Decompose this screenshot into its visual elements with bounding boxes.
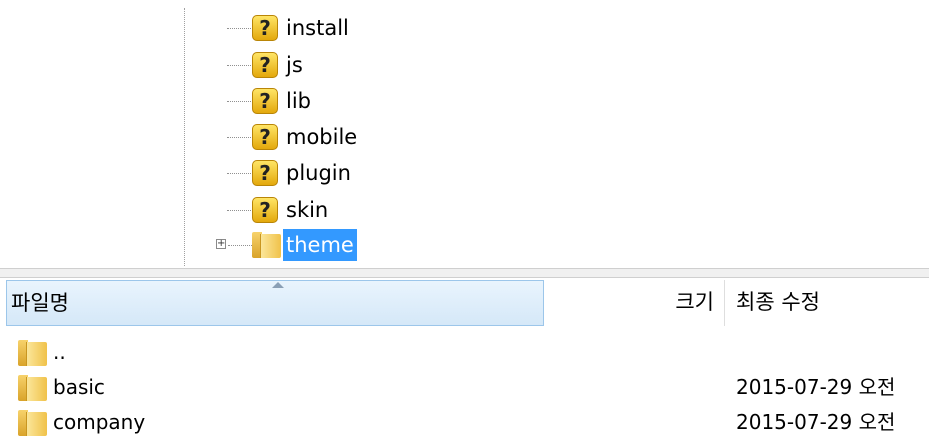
tree-connector: [228, 245, 252, 246]
expand-icon[interactable]: +: [216, 239, 226, 249]
list-item[interactable]: ..: [0, 334, 929, 370]
file-modified: 2015-07-29 오전: [736, 410, 896, 434]
tree-item-label: plugin: [286, 161, 351, 185]
tree-item-label: lib: [286, 89, 311, 113]
file-modified: 2015-07-29 오전: [736, 375, 896, 399]
file-list: 파일명 크기 최종 수정 .. basic 2015-07-29 오전 comp…: [0, 278, 929, 440]
tree-item-label: skin: [286, 198, 329, 222]
panel-splitter[interactable]: [0, 268, 929, 278]
list-item[interactable]: company 2015-07-29 오전: [0, 404, 929, 440]
tree-connector: [227, 101, 253, 102]
tree-item-label: install: [286, 16, 349, 40]
list-item[interactable]: basic 2015-07-29 오전: [0, 369, 929, 405]
unknown-folder-icon: ?: [252, 160, 278, 186]
unknown-folder-icon: ?: [252, 52, 278, 78]
tree-connector: [227, 173, 253, 174]
file-name: company: [53, 410, 146, 434]
folder-tree: ? install ? js ? lib ? mobile ? plugin ?: [0, 0, 929, 268]
folder-icon: [252, 232, 281, 258]
column-header-label: 파일명: [11, 291, 69, 315]
column-header-size[interactable]: 크기: [545, 280, 725, 326]
tree-guide-line: [184, 8, 185, 266]
tree-item-label: js: [286, 53, 303, 77]
column-header-name[interactable]: 파일명: [6, 280, 544, 326]
column-header-modified[interactable]: 최종 수정: [726, 280, 929, 326]
unknown-folder-icon: ?: [252, 197, 278, 223]
sort-ascending-icon: [272, 282, 284, 288]
tree-connector: [227, 28, 253, 29]
tree-connector: [227, 210, 253, 211]
unknown-folder-icon: ?: [252, 124, 278, 150]
folder-icon: [18, 410, 47, 436]
tree-connector: [227, 137, 253, 138]
tree-item-label: mobile: [286, 125, 358, 149]
tree-item-label: theme: [283, 229, 357, 261]
folder-icon: [18, 375, 47, 401]
unknown-folder-icon: ?: [252, 88, 278, 114]
folder-icon: [18, 340, 47, 366]
list-header: 파일명 크기 최종 수정: [0, 278, 929, 330]
file-name: basic: [53, 375, 105, 399]
column-header-label: 크기: [675, 290, 714, 314]
unknown-folder-icon: ?: [252, 15, 278, 41]
tree-connector: [227, 65, 253, 66]
file-name: ..: [53, 340, 66, 364]
column-header-label: 최종 수정: [736, 290, 820, 314]
